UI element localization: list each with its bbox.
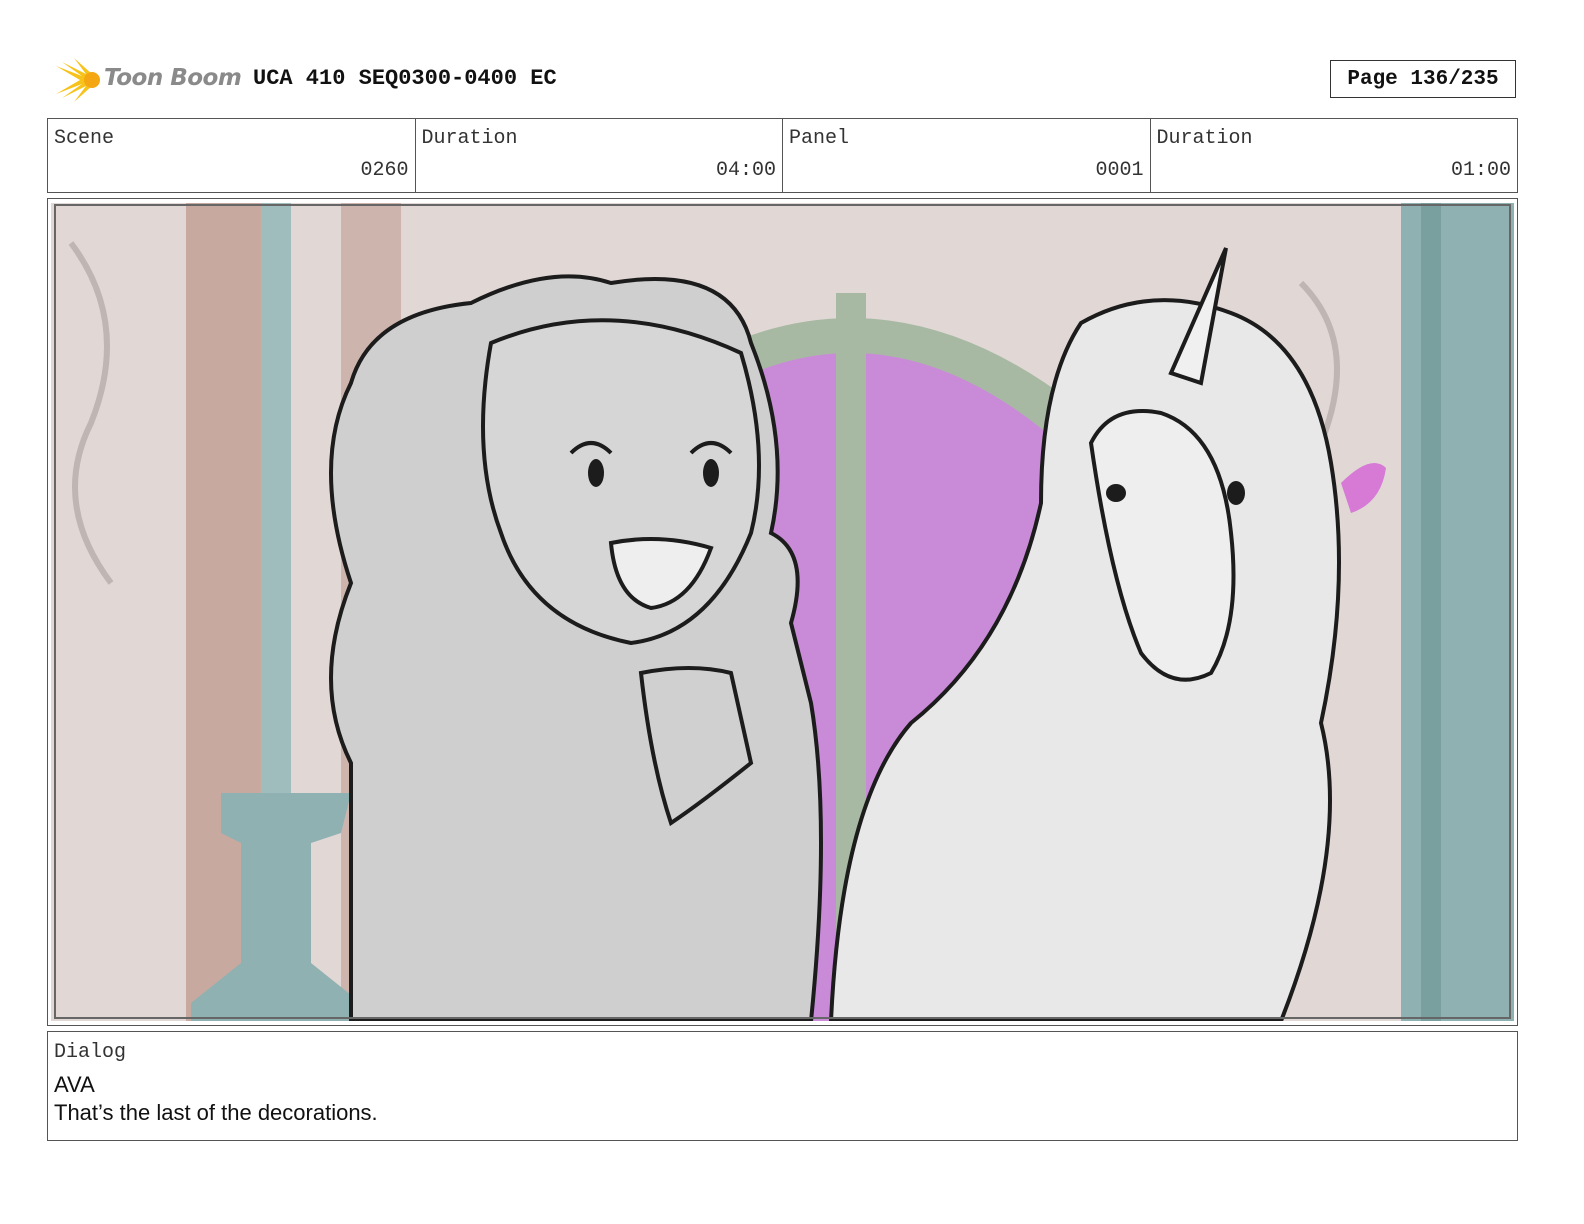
page-indicator: Page 136/235 bbox=[1330, 60, 1516, 98]
logo-text: Toon Boom bbox=[104, 65, 242, 91]
scene-duration-value: 04:00 bbox=[715, 159, 776, 182]
scene-duration-label: Duration bbox=[421, 127, 518, 150]
dialog-label: Dialog bbox=[54, 1041, 127, 1064]
scene-label: Scene bbox=[54, 127, 115, 150]
scene-duration-cell: Duration 04:00 bbox=[416, 119, 783, 192]
panel-duration-value: 01:00 bbox=[1450, 159, 1511, 182]
storyboard-panel bbox=[47, 198, 1518, 1026]
scene-value: 0260 bbox=[360, 159, 409, 182]
scene-cell: Scene 0260 bbox=[48, 119, 416, 192]
dialog-line: That’s the last of the decorations. bbox=[54, 1100, 378, 1125]
panel-duration-label: Duration bbox=[1156, 127, 1253, 150]
panel-label: Panel bbox=[789, 127, 850, 150]
panel-cell: Panel 0001 bbox=[783, 119, 1151, 192]
dialog-speaker: AVA bbox=[54, 1072, 95, 1097]
dialog-box: Dialog AVA That’s the last of the decora… bbox=[47, 1031, 1518, 1141]
scene-info-row: Scene 0260 Duration 04:00 Panel 0001 Dur… bbox=[47, 118, 1518, 193]
panel-duration-cell: Duration 01:00 bbox=[1151, 119, 1518, 192]
toon-boom-logo: Toon Boom bbox=[52, 56, 242, 106]
panel-value: 0001 bbox=[1095, 159, 1144, 182]
document-title: UCA 410 SEQ0300-0400 EC bbox=[253, 66, 557, 91]
star-burst-icon bbox=[56, 58, 100, 102]
panel-sketch-image bbox=[51, 203, 1514, 1021]
